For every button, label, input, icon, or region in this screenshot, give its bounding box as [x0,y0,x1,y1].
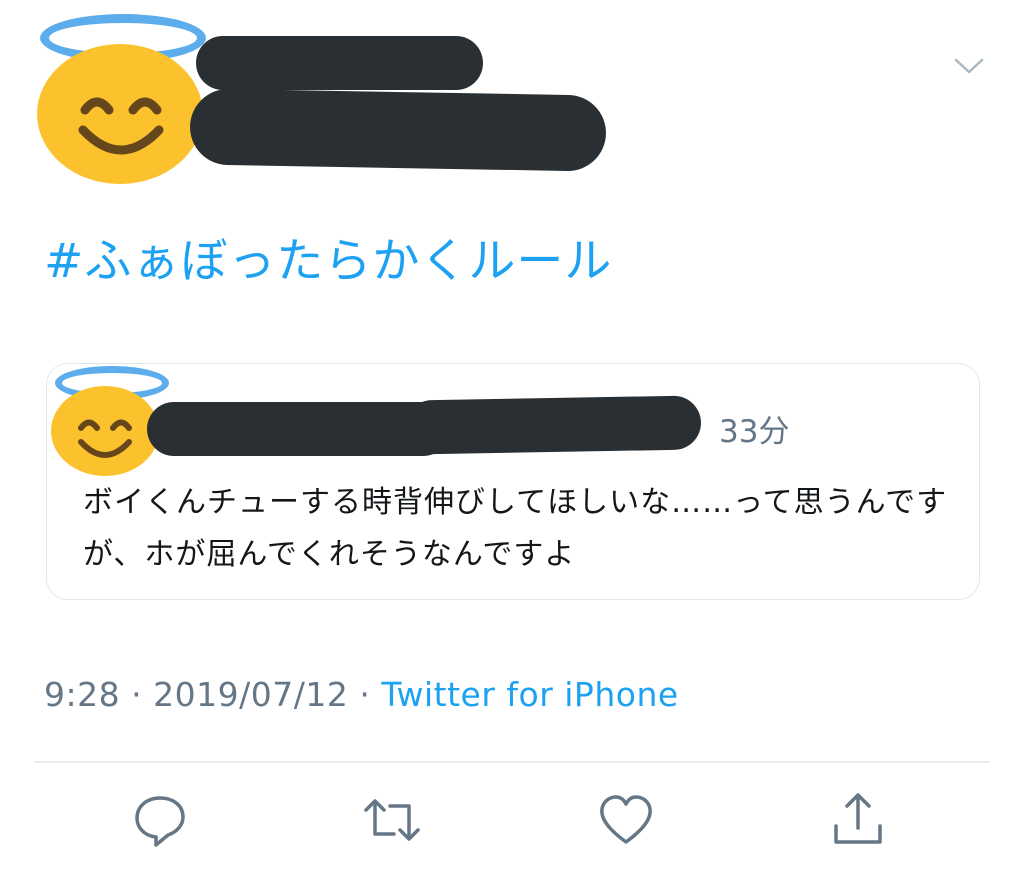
redacted-username [189,88,607,172]
share-icon[interactable] [828,790,888,850]
tweet-time: 9:28 [44,675,121,714]
quoted-timestamp: 33分 [719,414,790,450]
quoted-tweet-text: ボイくんチューする時背伸びしてほしいな……って思うんですが、ホが屈んでくれそうな… [83,485,948,572]
tweet-date: 2019/07/12 [153,675,349,714]
separator: · [131,675,143,714]
smiling-face-emoji [37,44,203,184]
reply-icon[interactable] [130,790,190,850]
redacted-username [404,395,702,455]
hashtag-link[interactable]: #ふぁぼったらかくルール [44,222,612,291]
divider [34,761,990,763]
source-link[interactable]: Twitter for iPhone [381,675,678,714]
author-avatar[interactable] [36,10,211,185]
retweet-icon[interactable] [362,790,422,850]
like-icon[interactable] [596,790,656,850]
action-bar [0,790,1024,860]
redacted-display-name [196,36,483,90]
quoted-tweet[interactable]: 33分 ボイくんチューする時背伸びしてほしいな……って思うんですが、ホが屈んでく… [46,363,980,600]
separator: · [359,675,371,714]
tweet-metadata: 9:28 · 2019/07/12 · Twitter for iPhone [44,675,679,714]
smiling-face-emoji [51,386,159,476]
chevron-down-icon[interactable] [952,55,986,77]
